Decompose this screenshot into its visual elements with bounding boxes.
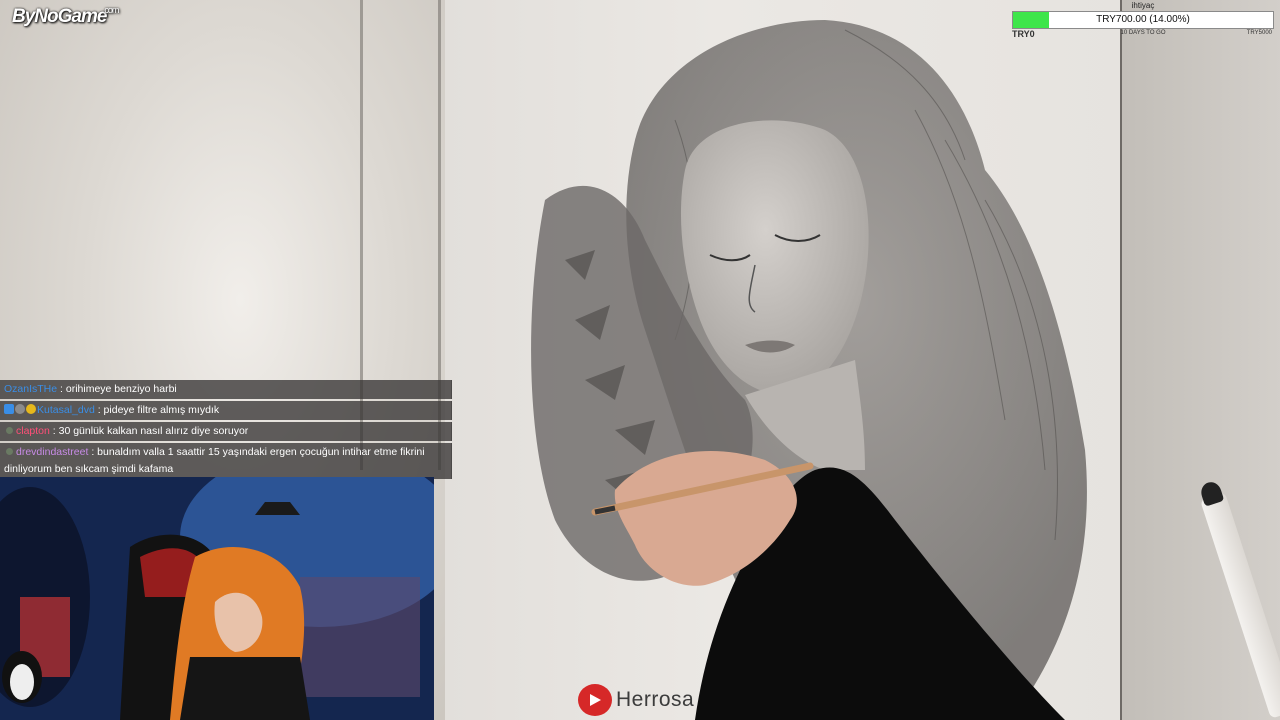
chat-badge-icon [15,404,25,414]
subscriber-badge-icon [6,427,13,434]
chat-message-text: : orihimeye benziyo harbi [60,383,177,395]
youtube-watermark: Herrosa [578,684,694,716]
donation-goal-widget: ihtiyaç TRY700.00 (14.00%) TRY0 10 DAYS … [1012,0,1274,40]
logo-suffix: com [104,5,119,15]
chat-username: clapton [16,425,50,437]
goal-max-label: TRY5000 [1246,30,1272,36]
chat-message: Kutasal_dvd : pideye filtre almış mıydık [0,401,452,420]
chat-username: drevdindastreet [16,446,89,458]
chat-message: OzanIsTHe : orihimeye benziyo harbi [0,380,452,399]
chat-message-text: : pideye filtre almış mıydık [97,404,220,416]
chat-badge-icon [4,404,14,414]
chat-message: clapton : 30 günlük kalkan nasıl alırız … [0,422,452,441]
chat-overlay: OzanIsTHe : orihimeye benziyo harbi Kutas… [0,380,452,481]
chat-username: Kutasal_dvd [37,404,95,416]
subscriber-badge-icon [6,448,13,455]
goal-progress-bar: TRY700.00 (14.00%) [1012,11,1274,29]
watermark-text: Herrosa [616,688,695,711]
logo-text: ByNoGame [12,6,107,27]
chat-message-text: : 30 günlük kalkan nasıl alırız diye sor… [52,425,249,437]
goal-amount: TRY700.00 (14.00%) [1096,14,1190,25]
chat-message: drevdindastreet : bunaldım valla 1 saatt… [0,443,452,479]
goal-days-left: 10 DAYS TO GO [1120,30,1166,36]
webcam-feed [0,477,434,720]
pencil-portrait-drawing [531,20,1087,720]
goal-title: ihtiyaç [1131,1,1155,10]
chat-username: OzanIsTHe [4,383,58,395]
channel-logo: ByNoGamecom [12,5,120,28]
chat-badge-icon [26,404,36,414]
youtube-play-icon [578,684,612,716]
